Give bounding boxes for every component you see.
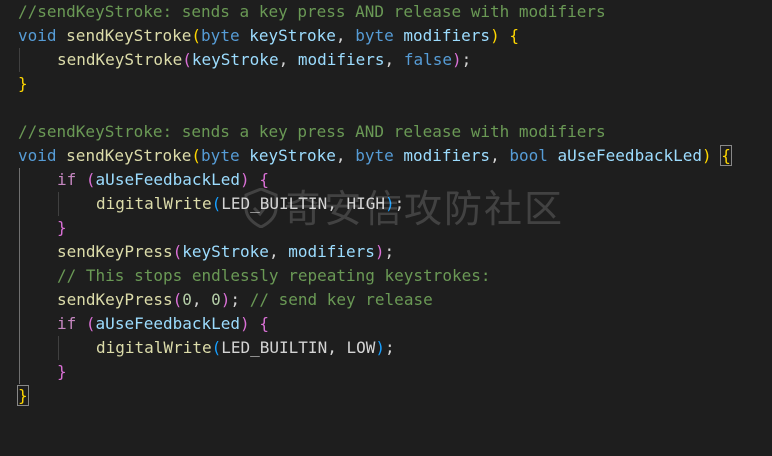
function-name: digitalWrite	[96, 194, 212, 213]
code-editor[interactable]: //sendKeyStroke: sends a key press AND r…	[0, 0, 772, 420]
keyword: byte	[355, 26, 394, 45]
code-line: //sendKeyStroke: sends a key press AND r…	[0, 0, 772, 24]
code-comment: // send key release	[249, 290, 433, 309]
code-line: }	[18, 74, 28, 93]
code-comment: //sendKeyStroke: sends a key press AND r…	[18, 122, 606, 141]
indent-guide	[19, 168, 20, 192]
parameter: modifiers	[403, 146, 491, 165]
function-name: sendKeyStroke	[66, 146, 192, 165]
keyword: if	[57, 314, 77, 333]
code-line: }	[0, 384, 772, 408]
indent-guide	[58, 192, 59, 216]
indent-guide	[19, 216, 20, 240]
parameter: modifiers	[297, 50, 385, 69]
keyword: false	[403, 50, 452, 69]
keyword: byte	[201, 26, 240, 45]
keyword: void	[18, 26, 57, 45]
code-line: digitalWrite(LED_BUILTIN, LOW);	[0, 336, 772, 360]
code-line: digitalWrite(LED_BUILTIN, HIGH);	[0, 192, 772, 216]
indent-guide	[19, 288, 20, 312]
matched-bracket: }	[17, 385, 29, 406]
function-name: digitalWrite	[96, 338, 212, 357]
code-line: sendKeyStroke(keyStroke, modifiers, fals…	[0, 48, 772, 72]
indent-guide	[19, 336, 20, 360]
parameter: modifiers	[403, 26, 491, 45]
constant: LOW	[346, 338, 376, 357]
parameter: aUseFeedbackLed	[95, 170, 241, 189]
code-line: void sendKeyStroke(byte keyStroke, byte …	[18, 26, 519, 45]
code-line: if (aUseFeedbackLed) {	[0, 168, 772, 192]
keyword: if	[57, 170, 77, 189]
keyword: byte	[355, 146, 394, 165]
function-name: sendKeyStroke	[66, 26, 192, 45]
keyword: byte	[201, 146, 240, 165]
parameter: modifiers	[288, 242, 375, 261]
function-name: sendKeyPress	[57, 290, 173, 309]
indent-guide	[58, 336, 59, 360]
parameter: aUseFeedbackLed	[557, 146, 703, 165]
indent-guide	[19, 264, 20, 288]
code-line: // This stops endlessly repeating keystr…	[0, 264, 772, 288]
constant: LED_BUILTIN	[221, 338, 328, 357]
parameter: keyStroke	[249, 146, 336, 165]
parameter: keyStroke	[182, 242, 269, 261]
constant: HIGH	[346, 194, 385, 213]
code-line: sendKeyPress(0, 0); // send key release	[0, 288, 772, 312]
code-comment: // This stops endlessly repeating keystr…	[57, 266, 491, 285]
function-name: sendKeyStroke	[57, 50, 183, 69]
code-line: }	[0, 360, 772, 384]
keyword: void	[18, 146, 57, 165]
code-line: sendKeyPress(keyStroke, modifiers);	[0, 240, 772, 264]
code-line: if (aUseFeedbackLed) {	[0, 312, 772, 336]
code-line: void sendKeyStroke(byte keyStroke, byte …	[18, 145, 732, 166]
function-name: sendKeyPress	[57, 242, 173, 261]
parameter: aUseFeedbackLed	[95, 314, 241, 333]
indent-guide	[19, 240, 20, 264]
matched-bracket: {	[720, 145, 732, 166]
indent-guide	[19, 48, 20, 72]
indent-guide	[19, 192, 20, 216]
number-literal: 0	[182, 290, 192, 309]
indent-guide	[19, 312, 20, 336]
constant: LED_BUILTIN	[221, 194, 328, 213]
parameter: keyStroke	[249, 26, 336, 45]
code-line: //sendKeyStroke: sends a key press AND r…	[0, 120, 772, 144]
code-comment: //sendKeyStroke: sends a key press AND r…	[18, 2, 606, 21]
code-line: }	[0, 216, 772, 240]
indent-guide	[19, 360, 20, 384]
keyword: bool	[509, 146, 548, 165]
parameter: keyStroke	[191, 50, 279, 69]
number-literal: 0	[211, 290, 221, 309]
